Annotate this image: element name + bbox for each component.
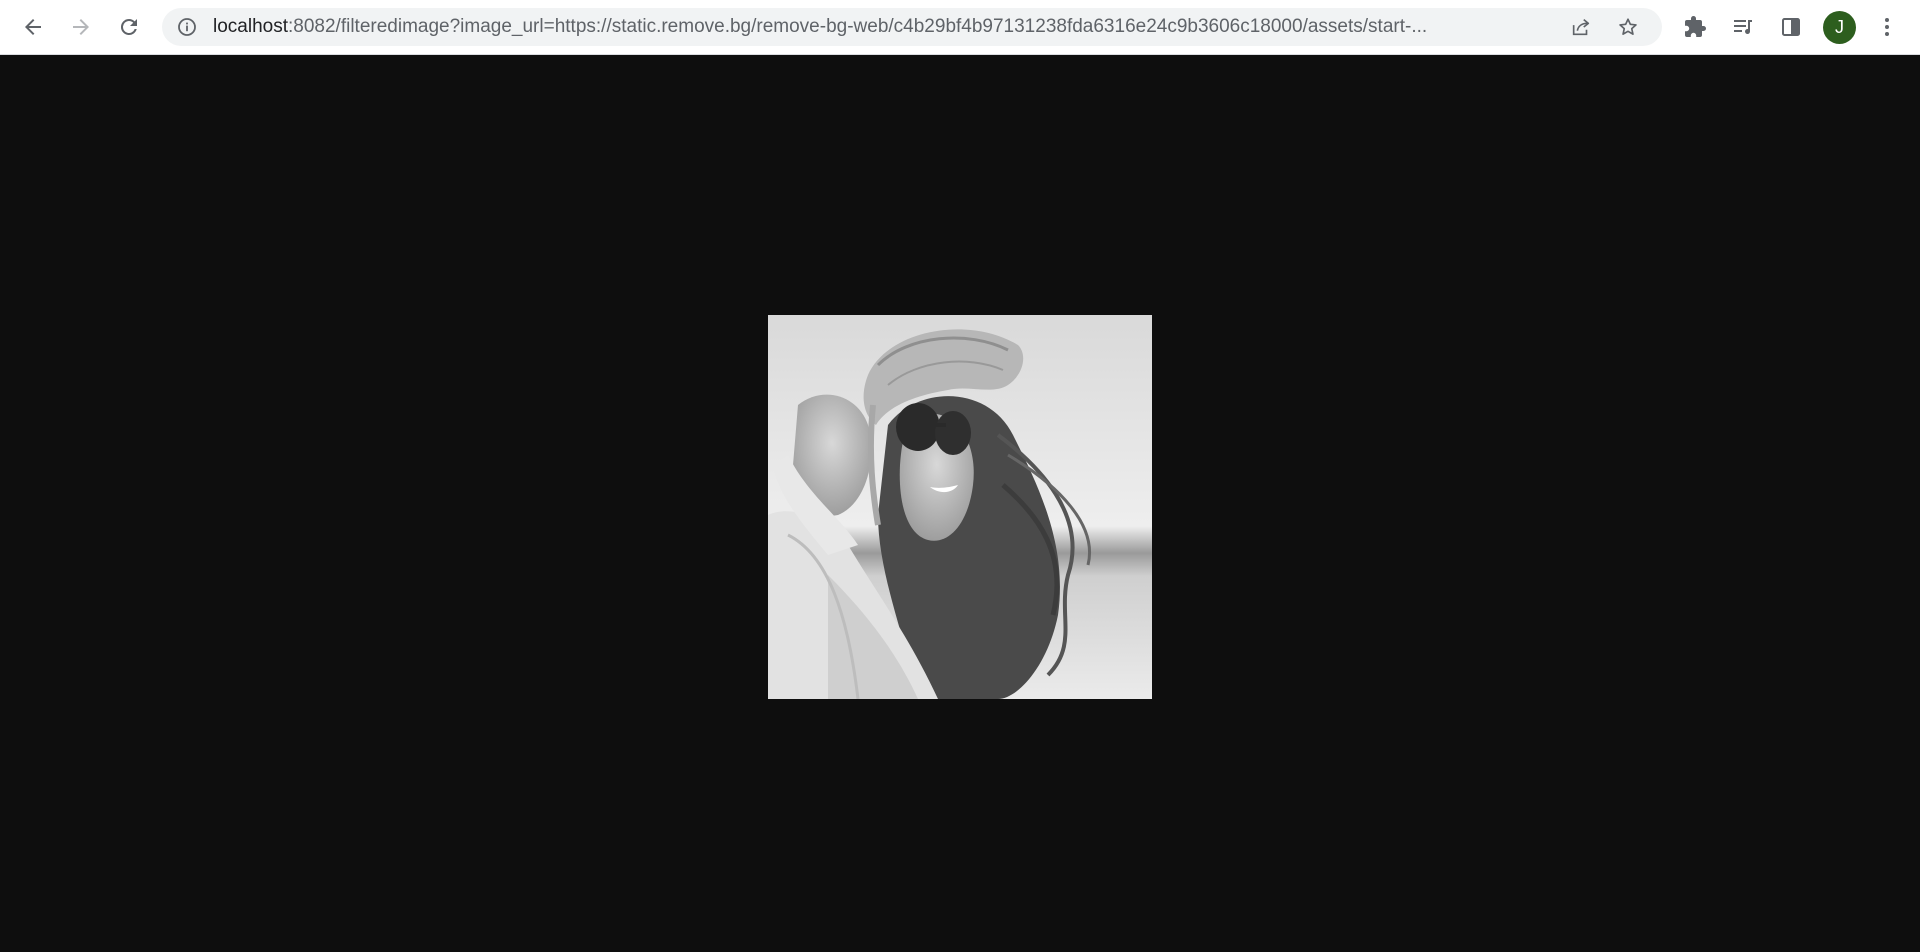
reload-button[interactable] xyxy=(111,9,147,45)
puzzle-icon xyxy=(1685,16,1706,37)
extensions-button[interactable] xyxy=(1677,9,1713,45)
kebab-menu-icon xyxy=(1885,18,1889,36)
profile-avatar[interactable]: J xyxy=(1823,11,1856,44)
page-viewport xyxy=(0,55,1920,952)
url-host: localhost xyxy=(213,16,288,37)
arrow-right-icon xyxy=(73,19,89,35)
star-icon[interactable] xyxy=(1615,14,1641,40)
media-queue-icon xyxy=(1734,20,1752,34)
side-panel-icon xyxy=(1782,18,1800,36)
forward-button[interactable] xyxy=(63,9,99,45)
reload-icon xyxy=(120,18,137,35)
grayscale-photo xyxy=(768,315,1152,699)
side-panel-button[interactable] xyxy=(1773,9,1809,45)
browser-toolbar: localhost:8082/filteredimage?image_url=h… xyxy=(0,0,1920,55)
url-text[interactable]: localhost:8082/filteredimage?image_url=h… xyxy=(213,8,1713,46)
url-path: :8082/filteredimage?image_url=https://st… xyxy=(288,16,1428,37)
menu-button[interactable] xyxy=(1869,9,1905,45)
media-controls-button[interactable] xyxy=(1725,9,1761,45)
info-icon[interactable] xyxy=(176,16,198,38)
share-icon[interactable] xyxy=(1568,14,1594,40)
arrow-left-icon xyxy=(25,19,41,35)
back-button[interactable] xyxy=(15,9,51,45)
address-bar[interactable]: localhost:8082/filteredimage?image_url=h… xyxy=(162,8,1662,46)
filtered-image xyxy=(768,315,1152,699)
